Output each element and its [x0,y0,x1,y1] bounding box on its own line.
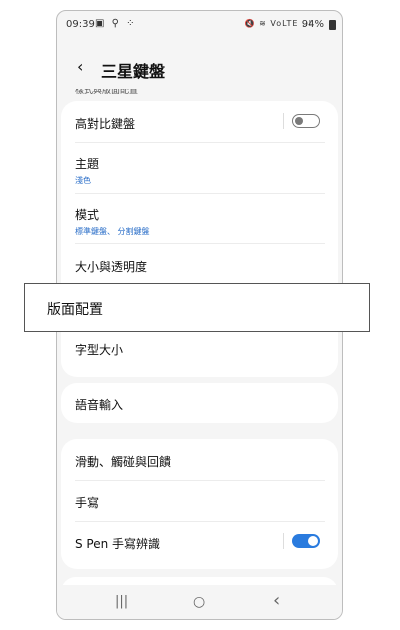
setting-size-transparency[interactable]: 大小與透明度 [75,258,325,275]
setting-theme[interactable]: 主題 淺色 [75,155,325,186]
recent-apps-icon[interactable]: ||| [115,594,128,609]
toggle-knob [308,536,318,546]
toggle-separator [283,113,284,129]
divider [75,243,325,244]
toggle-separator [283,533,284,549]
back-arrow-icon[interactable]: ‹ [77,57,83,76]
setting-label: 高對比鍵盤 [75,117,136,131]
battery-percent: 94% [301,19,324,30]
setting-label: 字型大小 [75,343,124,357]
setting-font-size[interactable]: 字型大小 [75,341,325,358]
home-icon[interactable]: ○ [193,594,205,610]
setting-label: 滑動、觸碰與回饋 [75,455,172,469]
status-time: 09:39 [66,19,95,30]
setting-value: 標準鍵盤、 分割鍵盤 [75,227,150,236]
setting-label: 語音輸入 [75,398,124,412]
setting-swipe-touch-feedback[interactable]: 滑動、觸碰與回饋 [75,453,325,470]
setting-value: 淺色 [75,176,91,185]
section-heading-partial: 樣式與版面配置 [75,89,139,95]
settings-card-input: 滑動、觸碰與回饋 手寫 S Pen 手寫辨識 [61,439,338,569]
divider [75,142,325,143]
notification-icons: ▣ ⚲ ⁘ [95,18,137,29]
setting-high-contrast[interactable]: 高對比鍵盤 [75,115,325,132]
setting-label: 版面配置 [47,302,103,318]
setting-label: S Pen 手寫辨識 [75,537,161,551]
divider [75,521,325,522]
toggle-knob [295,116,303,125]
setting-handwriting[interactable]: 手寫 [75,494,325,511]
setting-mode[interactable]: 模式 標準鍵盤、 分割鍵盤 [75,206,325,237]
settings-card-display: 高對比鍵盤 主題 淺色 模式 標準鍵盤、 分割鍵盤 大小與透明度 字型大小 [61,101,338,377]
page-title: 三星鍵盤 [101,62,166,81]
layout-setting-highlight[interactable]: 版面配置 [24,283,370,332]
battery-icon [329,20,336,30]
setting-label: 主題 [75,157,100,171]
setting-label: 模式 [75,208,100,222]
nav-back-icon[interactable]: ‹ [273,590,280,611]
divider [75,193,325,194]
setting-spen-recognition[interactable]: S Pen 手寫辨識 [75,535,325,552]
page-header: ‹ 三星鍵盤 [57,55,342,85]
setting-label: 手寫 [75,496,100,510]
settings-card-voice: 語音輸入 [61,383,338,423]
high-contrast-toggle[interactable] [292,114,320,128]
spen-recognition-toggle[interactable] [292,534,320,548]
divider [75,480,325,481]
navigation-bar: ||| ○ ‹ [57,585,342,619]
status-bar: 09:39 ▣ ⚲ ⁘ 🔇 ≋ VoLTE .ıl 94% [57,11,342,37]
setting-voice-input[interactable]: 語音輸入 [75,396,325,413]
setting-label: 大小與透明度 [75,260,148,274]
